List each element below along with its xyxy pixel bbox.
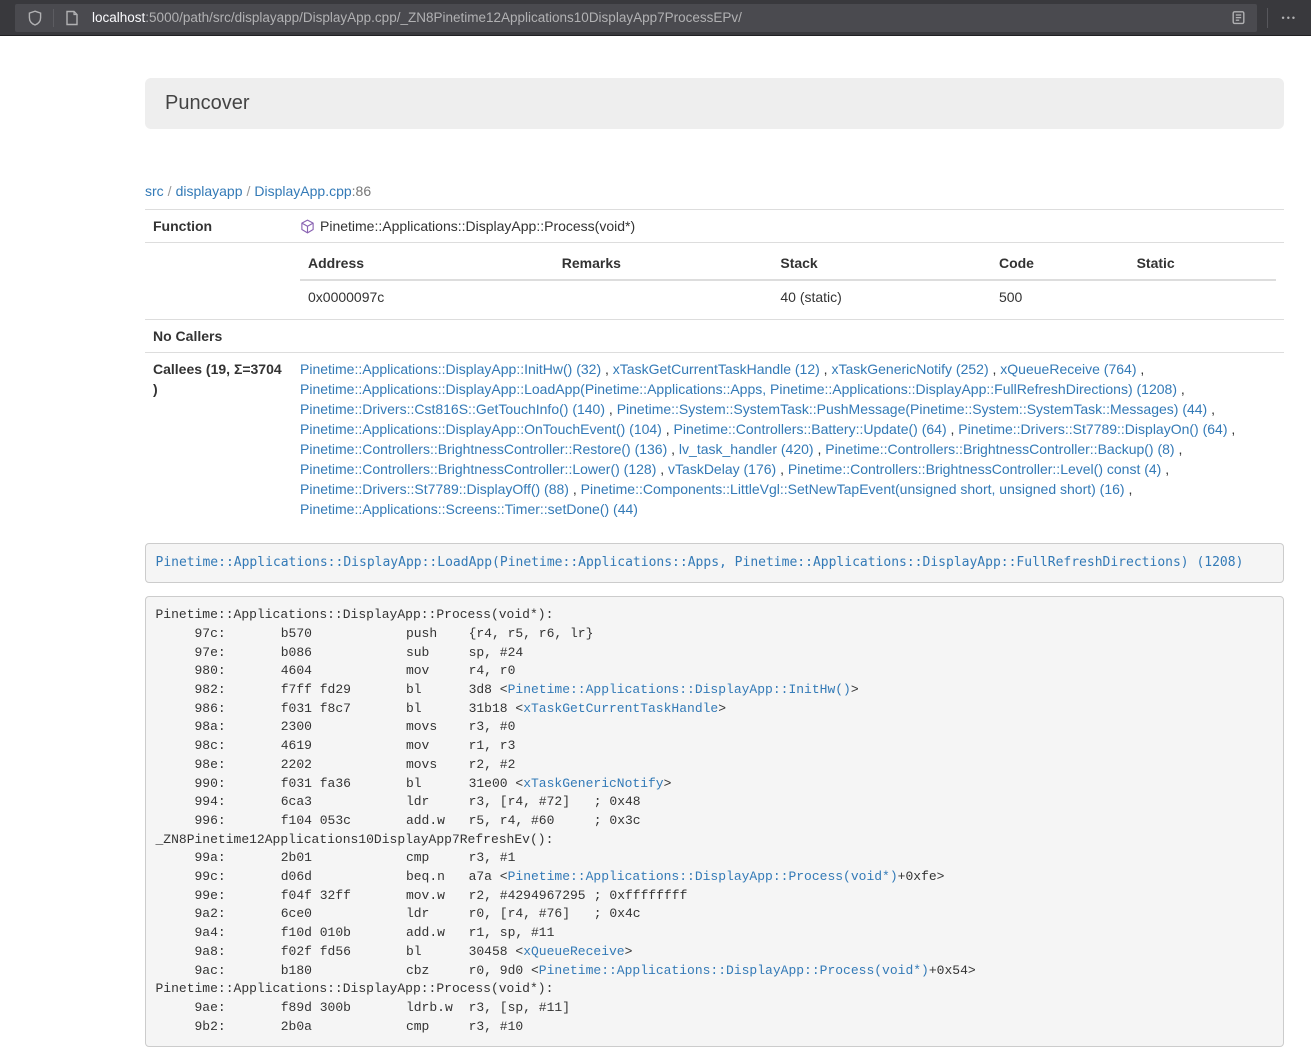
breadcrumb-link-file[interactable]: DisplayApp.cpp <box>254 183 351 199</box>
column-header-static: Static <box>1129 249 1276 280</box>
breadcrumb-link-displayapp[interactable]: displayapp <box>176 183 243 199</box>
assembly-code: Pinetime::Applications::DisplayApp::Proc… <box>156 607 976 1033</box>
reader-mode-icon[interactable] <box>1227 6 1251 30</box>
no-callers-row: No Callers <box>145 320 1284 353</box>
callees-row: Callees (19, Σ=3704 ) Pinetime::Applicat… <box>145 353 1284 526</box>
url-host: localhost <box>92 10 145 25</box>
callees-label: Callees (19, Σ=3704 ) <box>145 353 292 526</box>
callee-link[interactable]: lv_task_handler (420) <box>679 441 814 457</box>
callee-link[interactable]: Pinetime::Drivers::St7789::DisplayOn() (… <box>958 421 1227 437</box>
callee-link[interactable]: Pinetime::Controllers::BrightnessControl… <box>788 461 1161 477</box>
breadcrumb-line-number: :86 <box>352 183 371 199</box>
empty-label-cell <box>145 243 292 320</box>
column-header-stack: Stack <box>772 249 991 280</box>
breadcrumb-separator: / <box>243 183 255 199</box>
callee-link[interactable]: xTaskGenericNotify (252) <box>831 361 988 377</box>
remarks-value <box>554 280 773 313</box>
column-header-remarks: Remarks <box>554 249 773 280</box>
callees-list: Pinetime::Applications::DisplayApp::Init… <box>292 353 1284 526</box>
callee-link[interactable]: Pinetime::Controllers::BrightnessControl… <box>300 441 667 457</box>
callee-link[interactable]: Pinetime::Controllers::BrightnessControl… <box>300 461 656 477</box>
no-callers-label: No Callers <box>145 320 292 353</box>
stats-value-row: 0x0000097c 40 (static) 500 <box>300 280 1276 313</box>
page-info-icon[interactable] <box>60 6 84 30</box>
stack-value: 40 (static) <box>772 280 991 313</box>
assembly-symbol-link[interactable]: Pinetime::Applications::DisplayApp::Init… <box>508 682 851 697</box>
function-detail-table: Function Pinetime::Applications::Display… <box>145 209 1284 525</box>
callee-link[interactable]: Pinetime::Drivers::St7789::DisplayOff() … <box>300 481 569 497</box>
function-name: Pinetime::Applications::DisplayApp::Proc… <box>320 216 635 236</box>
static-value <box>1129 280 1276 313</box>
callee-link[interactable]: xTaskGetCurrentTaskHandle (12) <box>613 361 820 377</box>
address-value: 0x0000097c <box>300 280 554 313</box>
assembly-symbol-link[interactable]: Pinetime::Applications::DisplayApp::Proc… <box>508 869 898 884</box>
urlbar-divider <box>53 9 54 27</box>
column-header-code: Code <box>991 249 1129 280</box>
selected-symbol-link[interactable]: Pinetime::Applications::DisplayApp::Load… <box>156 555 1244 570</box>
assembly-symbol-link[interactable]: xTaskGenericNotify <box>523 776 663 791</box>
toolbar-divider <box>1267 8 1268 28</box>
callee-link[interactable]: vTaskDelay (176) <box>668 461 776 477</box>
disassembly-block: Pinetime::Applications::DisplayApp::Proc… <box>145 596 1284 1047</box>
browser-toolbar: localhost:5000/path/src/displayapp/Displ… <box>0 0 1311 36</box>
breadcrumb-separator: / <box>164 183 176 199</box>
assembly-symbol-link[interactable]: xQueueReceive <box>523 944 624 959</box>
page-container: Puncover src/displayapp/DisplayApp.cpp:8… <box>145 78 1284 1047</box>
assembly-symbol-link[interactable]: Pinetime::Applications::DisplayApp::Proc… <box>539 963 929 978</box>
breadcrumb: src/displayapp/DisplayApp.cpp:86 <box>145 181 1284 201</box>
function-stats-row: Address Remarks Stack Code Static 0x0000… <box>145 243 1284 320</box>
callee-link[interactable]: Pinetime::Controllers::Battery::Update()… <box>674 421 947 437</box>
url-path: :5000/path/src/displayapp/DisplayApp.cpp… <box>145 10 742 25</box>
breadcrumb-link-src[interactable]: src <box>145 183 164 199</box>
function-row: Function Pinetime::Applications::Display… <box>145 210 1284 243</box>
callee-link[interactable]: Pinetime::Applications::DisplayApp::Init… <box>300 361 601 377</box>
callee-link[interactable]: Pinetime::Applications::Screens::Timer::… <box>300 501 638 517</box>
callee-link[interactable]: Pinetime::Applications::DisplayApp::Load… <box>300 381 1177 397</box>
callee-link[interactable]: Pinetime::System::SystemTask::PushMessag… <box>617 401 1208 417</box>
assembly-symbol-link[interactable]: xTaskGetCurrentTaskHandle <box>523 701 718 716</box>
callee-link[interactable]: xQueueReceive (764) <box>1000 361 1136 377</box>
callee-link[interactable]: Pinetime::Drivers::Cst816S::GetTouchInfo… <box>300 401 605 417</box>
tracking-protection-shield-icon[interactable] <box>23 6 47 30</box>
function-label: Function <box>145 210 292 243</box>
column-header-address: Address <box>300 249 554 280</box>
app-header-panel: Puncover <box>145 78 1284 129</box>
selected-symbol-snippet: Pinetime::Applications::DisplayApp::Load… <box>145 543 1284 583</box>
code-value: 500 <box>991 280 1129 313</box>
stats-header-row: Address Remarks Stack Code Static <box>300 249 1276 280</box>
url-bar[interactable]: localhost:5000/path/src/displayapp/Displ… <box>15 4 1257 32</box>
page-title: Puncover <box>165 92 250 115</box>
package-cube-icon <box>300 219 315 234</box>
callee-link[interactable]: Pinetime::Controllers::BrightnessControl… <box>825 441 1174 457</box>
url-text[interactable]: localhost:5000/path/src/displayapp/Displ… <box>92 10 1227 25</box>
stats-table: Address Remarks Stack Code Static 0x0000… <box>300 249 1276 313</box>
callee-link[interactable]: Pinetime::Components::LittleVgl::SetNewT… <box>581 481 1125 497</box>
more-menu-icon[interactable]: ••• <box>1278 0 1301 36</box>
callee-link[interactable]: Pinetime::Applications::DisplayApp::OnTo… <box>300 421 662 437</box>
